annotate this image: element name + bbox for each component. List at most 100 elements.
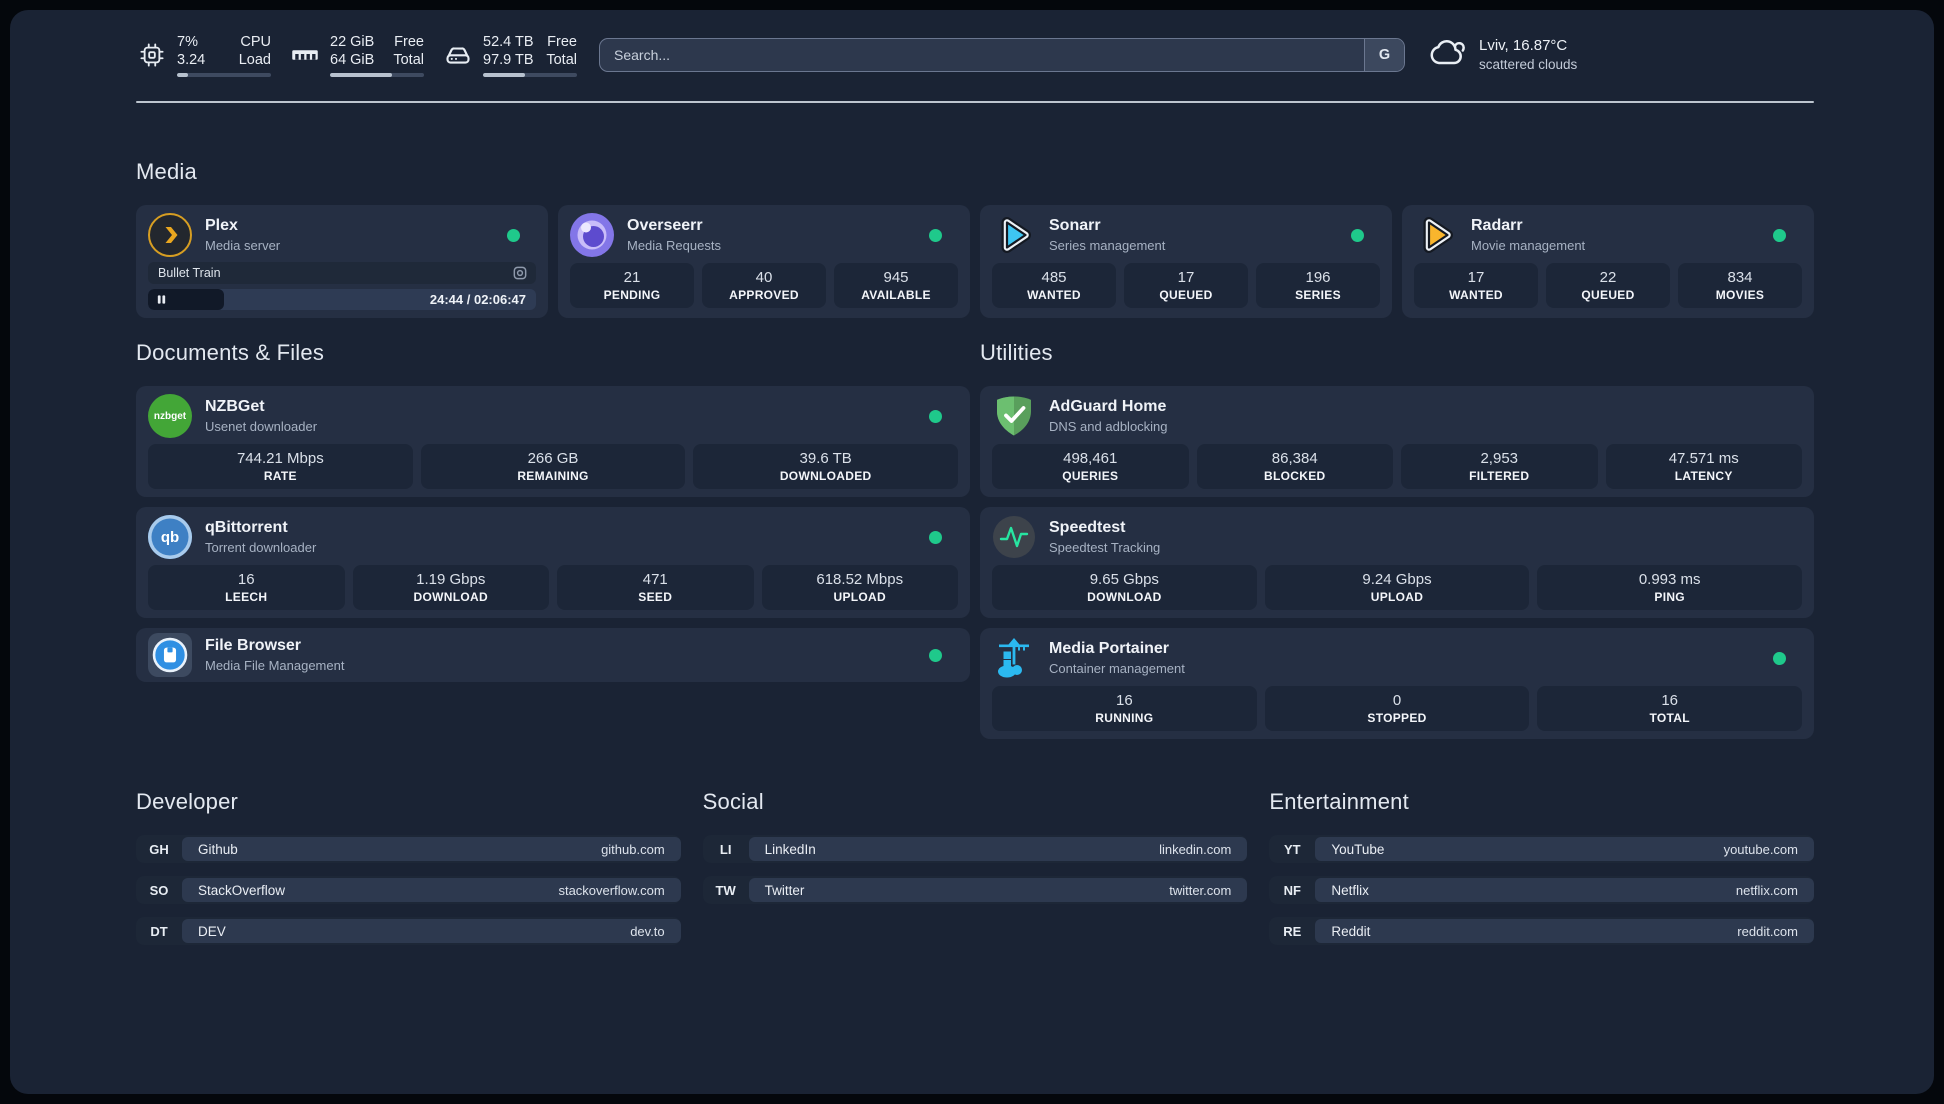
app-name: Plex [205, 217, 238, 234]
cpu-load-value: 3.24 [177, 51, 206, 68]
ram-total-label: Total [393, 51, 424, 68]
utilities-column: Utilities AdGuard Home DNS and adblockin… [980, 340, 1814, 739]
system-stats: 7% CPU 3.24 Load 22 GiB Free 64 GiB Total [136, 33, 577, 77]
app-name: NZBGet [205, 398, 265, 415]
search-engine-button[interactable]: G [1364, 38, 1404, 71]
app-subtitle: Container management [1049, 661, 1185, 676]
pause-icon[interactable] [156, 294, 167, 305]
status-dot [929, 228, 942, 242]
weather-widget: Lviv, 16.87°C scattered clouds [1427, 32, 1577, 77]
speedtest-card[interactable]: Speedtest Speedtest Tracking 9.65 Gbps DO… [980, 507, 1814, 618]
stat-tile: 485 WANTED [992, 263, 1116, 308]
bookmark-abbr: TW [715, 882, 736, 898]
bookmark-stackoverflow[interactable]: SO StackOverflow stackoverflow.com [136, 876, 681, 904]
entertainment-column: Entertainment YT YouTube youtube.com NF N… [1269, 789, 1814, 945]
qbittorrent-card[interactable]: qb qBittorrent Torrent downloader 16 LEEC… [136, 507, 970, 618]
bookmark-name: Twitter [764, 882, 805, 898]
stat-tile: 86,384 BLOCKED [1196, 444, 1393, 489]
bookmark-dev[interactable]: DT DEV dev.to [136, 917, 681, 945]
status-dot [929, 530, 942, 544]
stat-tile: 471 SEED [557, 565, 754, 610]
bookmark-reddit[interactable]: RE Reddit reddit.com [1269, 917, 1814, 945]
bookmark-github[interactable]: GH Github github.com [136, 835, 681, 863]
app-subtitle: Usenet downloader [205, 419, 318, 434]
section-title-documents: Documents & Files [136, 340, 325, 365]
stat-tile: 17 QUEUED [1124, 263, 1248, 308]
record-screen-icon[interactable] [512, 265, 528, 281]
documents-column: Documents & Files nzbget NZBGet Usenet d… [136, 340, 970, 739]
plex-icon [148, 213, 192, 257]
cpu-progress-bar [177, 72, 271, 77]
bookmark-abbr: DT [150, 923, 168, 939]
bookmark-name: DEV [198, 923, 226, 939]
app-subtitle: Speedtest Tracking [1049, 540, 1161, 555]
adguard-card[interactable]: AdGuard Home DNS and adblocking 498,461 Q… [980, 386, 1814, 497]
social-column: Social LI LinkedIn linkedin.com TW Twitte… [702, 789, 1248, 945]
bookmark-abbr: GH [149, 841, 169, 857]
filebrowser-card[interactable]: File Browser Media File Management [136, 628, 970, 682]
cpu-icon [136, 42, 168, 68]
search-input[interactable] [600, 38, 1364, 71]
adguard-icon [992, 394, 1036, 438]
bookmark-abbr: RE [1283, 923, 1302, 939]
app-subtitle: DNS and adblocking [1049, 419, 1168, 434]
ram-free-value: 22 GiB [330, 33, 375, 50]
sonarr-card[interactable]: Sonarr Series management 485 WANTED 17 QUE… [980, 205, 1392, 318]
disk-free-value: 52.4 TB [483, 33, 534, 50]
bookmark-abbr: SO [149, 882, 169, 898]
stat-tile: 498,461 QUERIES [992, 444, 1189, 489]
cloud-icon [1427, 32, 1467, 77]
bookmark-netflix[interactable]: NF Netflix netflix.com [1269, 876, 1814, 904]
app-subtitle: Series management [1049, 238, 1166, 253]
plex-card[interactable]: Plex Media server Bullet Train 24:44 / 0… [136, 205, 548, 318]
nzbget-icon: nzbget [148, 394, 192, 438]
ram-progress-bar [330, 72, 424, 77]
speedtest-icon [992, 515, 1036, 559]
stat-tile: 834 MOVIES [1678, 263, 1802, 308]
now-playing-bar: Bullet Train [148, 262, 536, 284]
playback-progress-bar: 24:44 / 02:06:47 [148, 289, 536, 310]
portainer-card[interactable]: Media Portainer Container management 16 R… [980, 628, 1814, 739]
status-dot [507, 228, 520, 242]
stat-tile: 945 AVAILABLE [834, 263, 958, 308]
status-dot [1773, 651, 1786, 665]
radarr-icon [1414, 213, 1458, 257]
screen: 7% CPU 3.24 Load 22 GiB Free 64 GiB Total [0, 0, 1944, 1104]
app-subtitle: Movie management [1471, 238, 1586, 253]
stat-tile: 21 PENDING [570, 263, 694, 308]
section-title-utilities: Utilities [980, 340, 1053, 365]
radarr-card[interactable]: Radarr Movie management 17 WANTED 22 QUEUE… [1402, 205, 1814, 318]
qbittorrent-icon: qb [148, 515, 192, 559]
bookmark-url: linkedin.com [1159, 841, 1232, 857]
cpu-load-label: Load [238, 51, 271, 68]
stat-tile: 9.65 Gbps DOWNLOAD [992, 565, 1257, 610]
bookmark-youtube[interactable]: YT YouTube youtube.com [1269, 835, 1814, 863]
bookmark-name: LinkedIn [764, 841, 816, 857]
filebrowser-icon [148, 633, 192, 677]
app-subtitle: Media server [205, 238, 281, 253]
bookmark-name: Netflix [1331, 882, 1369, 898]
disk-stat-widget: 52.4 TB Free 97.9 TB Total [442, 33, 577, 77]
status-dot [929, 648, 942, 662]
app-subtitle: Torrent downloader [205, 540, 317, 555]
stat-tile: 744.21 Mbps RATE [148, 444, 413, 489]
nzbget-card[interactable]: nzbget NZBGet Usenet downloader 744.21 M… [136, 386, 970, 497]
status-dot [1351, 228, 1364, 242]
stat-tile: 618.52 Mbps UPLOAD [761, 565, 958, 610]
header: 7% CPU 3.24 Load 22 GiB Free 64 GiB Total [136, 10, 1814, 77]
weather-condition: scattered clouds [1479, 57, 1578, 72]
section-title-media: Media [136, 159, 197, 184]
bookmark-twitter[interactable]: TW Twitter twitter.com [702, 876, 1248, 904]
app-name: AdGuard Home [1049, 398, 1167, 415]
app-name: Radarr [1471, 217, 1523, 234]
overseerr-icon [570, 213, 614, 257]
stat-tile: 2,953 FILTERED [1401, 444, 1598, 489]
bookmark-abbr: LI [719, 841, 732, 857]
app-subtitle: Media Requests [627, 238, 721, 253]
cpu-stat-widget: 7% CPU 3.24 Load [136, 33, 271, 77]
stat-tile: 0 STOPPED [1264, 686, 1530, 731]
bookmark-linkedin[interactable]: LI LinkedIn linkedin.com [702, 835, 1248, 863]
overseerr-card[interactable]: Overseerr Media Requests 21 PENDING 40 APP… [558, 205, 970, 318]
bookmark-name: Reddit [1331, 923, 1371, 939]
stat-tile: 47.571 ms LATENCY [1605, 444, 1802, 489]
